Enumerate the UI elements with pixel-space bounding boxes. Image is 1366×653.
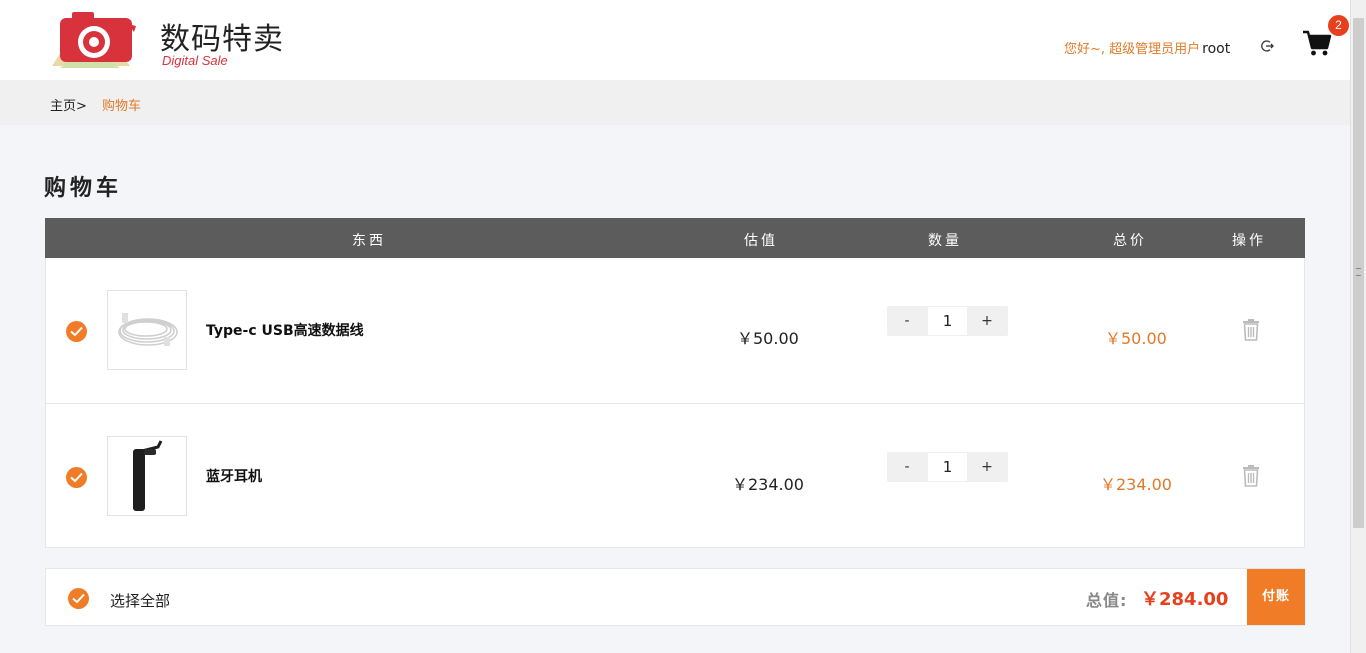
- total-label: 总值:: [1086, 591, 1128, 610]
- greeting-text: 您好~, 超级管理员用户: [1064, 42, 1201, 57]
- cart-row: 蓝牙耳机 ￥234.00 - + ￥234.00: [46, 403, 1304, 548]
- row-checkbox[interactable]: [66, 467, 87, 488]
- increase-quantity-button[interactable]: +: [967, 452, 1007, 482]
- breadcrumb-current: 购物车: [102, 99, 142, 114]
- row-subtotal: ￥234.00: [1100, 475, 1172, 494]
- row-subtotal: ￥50.00: [1105, 329, 1167, 348]
- unit-price: ￥50.00: [737, 329, 799, 348]
- cart-row: Type-c USB高速数据线 ￥50.00 - + ￥50.00: [46, 258, 1304, 403]
- check-icon: [70, 472, 83, 483]
- cart-summary-bar: 选择全部 总值: ￥284.00 付账: [45, 568, 1305, 626]
- page-scrollbar[interactable]: [1350, 0, 1366, 653]
- quantity-stepper: - +: [887, 452, 1008, 482]
- logout-icon[interactable]: [1260, 39, 1274, 53]
- check-icon: [72, 593, 85, 604]
- column-header-price: 估值: [744, 233, 778, 249]
- cart-count-badge: 2: [1328, 15, 1349, 36]
- column-header-total: 总价: [1113, 233, 1147, 249]
- total-value: ￥284.00: [1141, 589, 1229, 610]
- trash-icon[interactable]: [1241, 465, 1261, 487]
- usb-cable-image: [118, 313, 178, 346]
- logo-title: 数码特卖: [160, 22, 284, 57]
- product-name[interactable]: Type-c USB高速数据线: [206, 320, 364, 340]
- page-title: 购物车: [44, 176, 123, 201]
- column-header-quantity: 数量: [928, 233, 962, 249]
- select-all-label[interactable]: 选择全部: [110, 590, 170, 611]
- trash-icon[interactable]: [1241, 319, 1261, 341]
- logo-subtitle: Digital Sale: [162, 53, 228, 68]
- breadcrumb: 主页> 购物车: [0, 80, 1350, 125]
- quantity-input[interactable]: [928, 307, 967, 335]
- quantity-input[interactable]: [928, 453, 967, 481]
- scrollbar-grip-icon: [1356, 268, 1361, 276]
- user-greeting: 您好~, 超级管理员用户 root: [1064, 38, 1230, 57]
- logo-camera-icon: [52, 12, 136, 68]
- product-thumbnail[interactable]: [107, 290, 187, 370]
- username[interactable]: root: [1202, 41, 1230, 57]
- decrease-quantity-button[interactable]: -: [887, 452, 927, 482]
- column-header-actions: 操作: [1232, 233, 1266, 249]
- breadcrumb-home[interactable]: 主页>: [50, 95, 87, 114]
- cart-table-header: 东西 估值 数量 总价 操作: [45, 218, 1305, 258]
- product-thumbnail[interactable]: [107, 436, 187, 516]
- checkout-button[interactable]: 付账: [1247, 569, 1305, 625]
- increase-quantity-button[interactable]: +: [967, 306, 1007, 336]
- top-header: 数码特卖 Digital Sale 您好~, 超级管理员用户 root 2: [0, 0, 1350, 80]
- cart-icon[interactable]: [1302, 28, 1332, 58]
- product-name[interactable]: 蓝牙耳机: [206, 466, 262, 486]
- select-all-checkbox[interactable]: [68, 588, 89, 609]
- row-checkbox[interactable]: [66, 321, 87, 342]
- unit-price: ￥234.00: [732, 475, 804, 494]
- column-header-item: 东西: [352, 233, 386, 249]
- check-icon: [70, 326, 83, 337]
- cart-table-body: Type-c USB高速数据线 ￥50.00 - + ￥50.00: [45, 258, 1305, 548]
- scrollbar-thumb[interactable]: [1353, 18, 1364, 528]
- site-logo[interactable]: 数码特卖 Digital Sale: [50, 10, 290, 70]
- decrease-quantity-button[interactable]: -: [887, 306, 927, 336]
- quantity-stepper: - +: [887, 306, 1008, 336]
- bluetooth-earphone-image: [133, 440, 163, 511]
